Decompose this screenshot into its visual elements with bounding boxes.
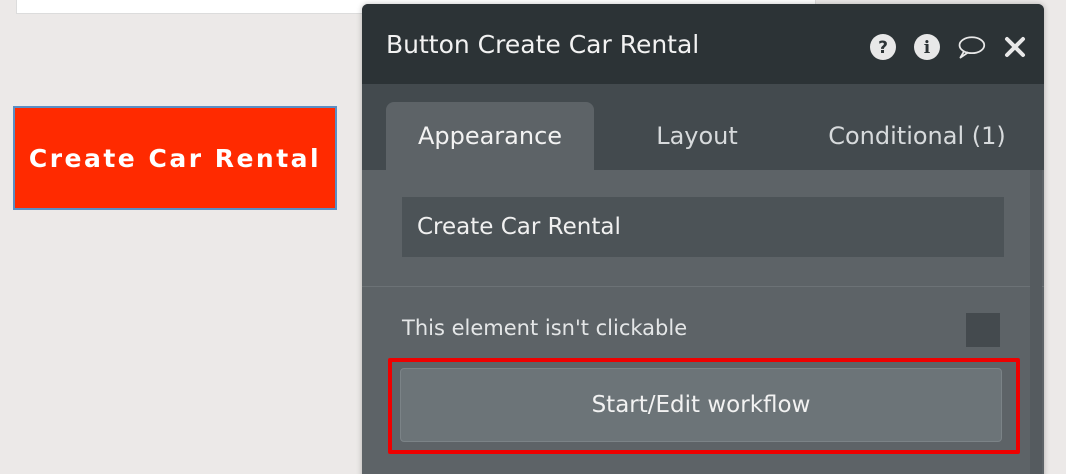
tab-conditional[interactable]: Conditional (1) (802, 102, 1032, 170)
create-car-rental-button[interactable]: Create Car Rental (13, 106, 337, 210)
not-clickable-checkbox[interactable] (966, 313, 1000, 347)
panel-scrollbar[interactable] (1030, 170, 1042, 474)
info-icon[interactable]: i (912, 32, 942, 62)
help-icon[interactable]: ? (868, 32, 898, 62)
not-clickable-label: This element isn't clickable (402, 316, 688, 340)
close-icon[interactable] (1000, 32, 1030, 62)
start-edit-workflow-button[interactable]: Start/Edit workflow (400, 368, 1002, 442)
divider (362, 286, 1044, 287)
tab-layout[interactable]: Layout (622, 102, 772, 170)
panel-header: Button Create Car Rental ? i (362, 4, 1044, 84)
tab-appearance[interactable]: Appearance (386, 102, 594, 170)
property-editor-panel: Button Create Car Rental ? i Appearance … (362, 4, 1044, 474)
editor-canvas: Create Car Rental Button Create Car Rent… (0, 0, 1066, 474)
panel-title: Button Create Car Rental (386, 30, 700, 59)
tab-bar: Appearance Layout Conditional (1) (362, 84, 1044, 170)
button-text-input[interactable]: Create Car Rental (402, 197, 1004, 257)
svg-text:?: ? (878, 38, 888, 58)
comment-icon[interactable] (956, 32, 986, 62)
header-icons: ? i (868, 32, 1030, 62)
svg-text:i: i (924, 38, 931, 58)
